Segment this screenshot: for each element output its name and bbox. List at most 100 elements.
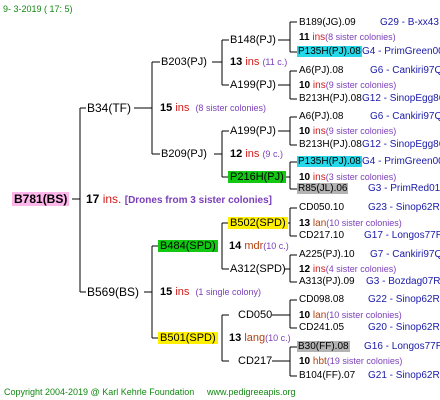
connector-b484: [221, 222, 229, 270]
gen3-node[interactable]: B148(PJ): [230, 34, 276, 46]
gen4-code: G12 - SinopEgg86R: [362, 93, 440, 104]
gen4-row[interactable]: A6(PJ).08: [299, 65, 343, 77]
gen1-id: B569(BS): [87, 285, 140, 299]
connector-b148: [278, 21, 297, 53]
gen3-num: 10: [299, 126, 311, 137]
gen2-note: (11 c.): [262, 57, 288, 67]
gen2-node[interactable]: B501(SPD): [158, 332, 218, 344]
gen3-num: 12: [299, 264, 311, 275]
gen3-info: 12 ins(4 sister colonies): [299, 263, 396, 276]
gen1-info: 15 ins (1 single colony): [160, 286, 261, 298]
gen1-note: (1 single colony): [195, 287, 261, 297]
pedigree-chart: 9- 3-2019 ( 17: 5) Copyright 2004-2019 @…: [0, 0, 440, 400]
gen4-code: G22 - Sinop62R: [368, 294, 440, 305]
gen3-info: 11 ins(8 sister colonies): [299, 31, 396, 44]
connector-b203: [212, 39, 229, 86]
gen3-note: (19 sister colonies): [326, 356, 403, 366]
gen2-id: B209(PJ): [161, 148, 207, 160]
gen4-code: G12 - SinopEgg86R: [362, 139, 440, 150]
gen4-row[interactable]: P135H(PJ).08: [297, 46, 362, 58]
gen2-ins: mdr: [244, 240, 264, 252]
gen4-code: G29 - B-xx43: [380, 17, 439, 28]
gen4-row[interactable]: CD050.10: [299, 202, 344, 214]
gen1-num: 15: [160, 286, 173, 298]
gen4-row[interactable]: CD098.08: [299, 294, 344, 306]
gen3-node[interactable]: A312(SPD): [230, 263, 286, 275]
gen3-node[interactable]: CD217: [238, 355, 272, 367]
gen4-row[interactable]: B30(FF).08: [297, 341, 350, 353]
gen4-id: R85(JL).06: [297, 183, 349, 194]
gen4-code: G7 - Cankiri97Q: [370, 249, 440, 260]
gen3-id: CD217: [238, 355, 273, 367]
gen3-id: A312(SPD): [230, 263, 286, 275]
connector-a199-1: [278, 70, 297, 100]
gen4-code: G20 - Sinop62R: [368, 322, 440, 333]
gen4-id: P135H(PJ).08: [297, 46, 362, 57]
gen2-node[interactable]: B484(SPD): [158, 240, 218, 252]
gen3-node[interactable]: A199(PJ): [230, 125, 276, 137]
root-info: 17 ins. [Drones from 3 sister colonies]: [86, 193, 272, 207]
gen3-note: (10 sister colonies): [326, 310, 402, 320]
gen3-note: (3 sister colonies): [325, 172, 397, 182]
gen4-row[interactable]: R85(JL).06: [297, 183, 349, 195]
gen4-row[interactable]: A225(PJ).10: [299, 249, 355, 261]
connector-b569: [144, 245, 158, 339]
gen1-num: 15: [160, 102, 173, 114]
gen3-ins: hbt: [312, 356, 327, 367]
footer-site[interactable]: www.pedigreeapis.org: [207, 386, 296, 398]
gen3-note: (4 sister colonies): [325, 264, 397, 274]
gen4-code: G3 - Bozdag07R: [366, 276, 440, 287]
gen3-node[interactable]: P216H(PJ): [228, 171, 286, 183]
gen2-info: 14 mdr(10 c.): [229, 240, 289, 252]
gen4-id: B189(JG).09: [299, 17, 356, 28]
gen2-num: 14: [229, 240, 242, 252]
gen3-note: (9 sister colonies): [325, 80, 397, 90]
gen3-id: P216H(PJ): [228, 171, 286, 183]
root-note: [Drones from 3 sister colonies]: [124, 195, 272, 206]
gen4-id: A6(PJ).08: [299, 111, 344, 122]
root-queen-id: B781(BS): [12, 192, 70, 206]
gen2-id: B484(SPD): [158, 240, 218, 252]
gen2-num: 12: [230, 148, 243, 160]
gen4-row[interactable]: P135H(PJ).08: [297, 156, 362, 168]
root-queen[interactable]: B781(BS): [12, 192, 70, 206]
connector-b34: [134, 61, 160, 155]
gen4-id: B213H(PJ).08: [299, 93, 362, 104]
gen4-row[interactable]: CD217.10: [299, 230, 344, 242]
gen4-id: B30(FF).08: [297, 341, 350, 352]
gen2-ins: ins: [245, 56, 260, 68]
gen3-note: (8 sister colonies): [325, 32, 396, 42]
gen4-row[interactable]: CD241.05: [299, 322, 344, 334]
gen1-node[interactable]: B569(BS): [87, 286, 139, 298]
gen3-num: 10: [299, 172, 311, 183]
connector-cd217: [272, 346, 297, 377]
gen4-id: CD050.10: [299, 202, 345, 213]
gen2-ins: lang: [244, 332, 266, 344]
gen4-row[interactable]: A313(PJ).09: [299, 276, 355, 288]
gen1-node[interactable]: B34(TF): [87, 102, 131, 114]
gen3-id: A199(PJ): [230, 125, 276, 137]
header-date: 9- 3-2019 ( 17: 5): [3, 4, 73, 14]
gen3-ins: ins: [312, 126, 326, 137]
gen4-row[interactable]: B213H(PJ).08: [299, 139, 362, 151]
gen3-node[interactable]: A199(PJ): [230, 79, 276, 91]
gen2-info: 13 ins (11 c.): [230, 56, 287, 68]
gen4-row[interactable]: A6(PJ).08: [299, 111, 343, 123]
gen2-ins: ins: [245, 148, 260, 160]
gen4-row[interactable]: B104(FF).07: [299, 370, 355, 382]
gen3-node[interactable]: CD050: [238, 309, 272, 321]
gen1-ins: ins: [175, 286, 190, 298]
root-ins: ins.: [102, 192, 122, 206]
gen4-row[interactable]: B213H(PJ).08: [299, 93, 362, 105]
gen2-node[interactable]: B209(PJ): [161, 148, 207, 160]
gen4-row[interactable]: B189(JG).09: [299, 17, 356, 29]
gen2-node[interactable]: B203(PJ): [161, 56, 207, 68]
gen3-info: 10 hbt(19 sister colonies): [299, 355, 402, 368]
gen4-id: CD241.05: [299, 322, 345, 333]
gen1-note: (8 sister colonies): [195, 103, 266, 113]
gen3-id: B148(PJ): [230, 34, 276, 46]
gen4-code: G17 - Longos77R: [364, 230, 440, 241]
gen3-node[interactable]: B502(SPD): [228, 217, 288, 229]
gen1-id: B34(TF): [87, 101, 132, 115]
gen4-code: G4 - PrimGreen00: [362, 156, 440, 167]
